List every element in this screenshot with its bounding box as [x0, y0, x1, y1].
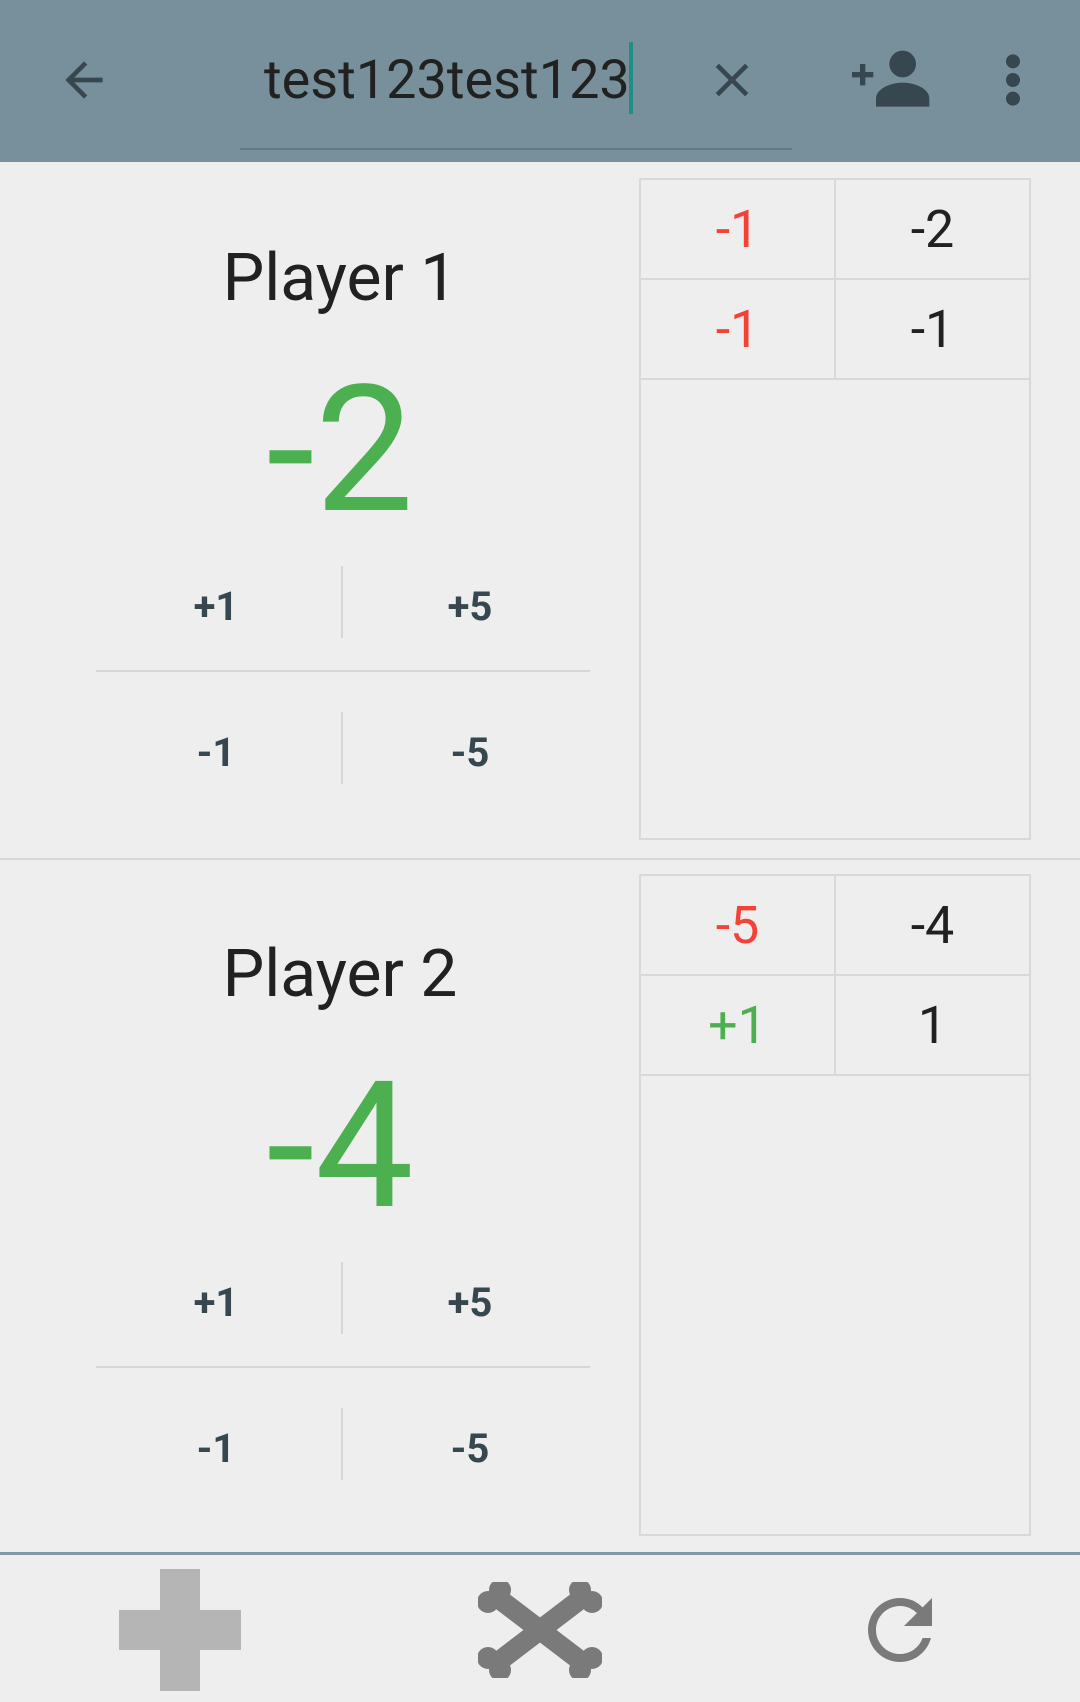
player-panel-1: Player 1 -2 +1 +5 -1 -5 -1 -2 -1 -1	[0, 162, 1080, 858]
history-total: 1	[917, 994, 948, 1056]
close-icon	[715, 63, 749, 97]
divider	[96, 670, 590, 672]
minus-5-button[interactable]: -5	[350, 712, 590, 792]
plus-5-button[interactable]: +5	[350, 566, 590, 646]
plus-5-button[interactable]: +5	[350, 1262, 590, 1342]
overflow-menu-button[interactable]	[990, 38, 1036, 122]
minus-1-button[interactable]: -1	[96, 1408, 336, 1488]
history-row: -1 -2	[641, 180, 1029, 280]
delete-button[interactable]	[470, 1565, 610, 1695]
history-total: -1	[910, 298, 955, 360]
player-panel-2: Player 2 -4 +1 +5 -1 -5 -5 -4 +1 1	[0, 858, 1080, 1554]
history-delta: -5	[641, 876, 836, 974]
divider	[341, 1262, 343, 1334]
person-add-icon	[852, 50, 930, 107]
score-buttons: +1 +5 -1 -5	[96, 1258, 590, 1480]
score-history[interactable]: -1 -2 -1 -1	[639, 178, 1031, 840]
player-name[interactable]: Player 2	[0, 936, 680, 1013]
top-app-bar	[0, 0, 1080, 162]
player-name[interactable]: Player 1	[0, 240, 680, 317]
back-button[interactable]	[40, 38, 128, 122]
more-vert-icon	[1006, 54, 1020, 106]
score-buttons: +1 +5 -1 -5	[96, 562, 590, 784]
text-cursor	[629, 42, 633, 114]
minus-5-button[interactable]: -5	[350, 1408, 590, 1488]
player-score: -2	[266, 347, 414, 553]
crossbones-icon	[478, 1582, 602, 1678]
player-score: -4	[266, 1043, 414, 1249]
divider	[96, 1366, 590, 1368]
add-button[interactable]	[110, 1565, 250, 1695]
history-total: -4	[910, 894, 955, 956]
clear-search-button[interactable]	[692, 38, 772, 122]
divider	[341, 1408, 343, 1480]
minus-1-button[interactable]: -1	[96, 712, 336, 792]
history-delta: -1	[641, 180, 836, 278]
history-row: +1 1	[641, 976, 1029, 1076]
bottom-action-bar	[0, 1552, 1080, 1702]
search-input[interactable]	[240, 40, 664, 120]
reset-button[interactable]	[830, 1565, 970, 1695]
add-player-button[interactable]	[842, 38, 942, 122]
divider	[341, 712, 343, 784]
history-delta: -1	[641, 280, 836, 378]
history-total: -2	[910, 198, 955, 260]
reset-icon	[868, 1598, 932, 1662]
arrow-back-icon	[65, 61, 103, 99]
plus-1-button[interactable]: +1	[96, 566, 336, 646]
history-row: -5 -4	[641, 876, 1029, 976]
score-history[interactable]: -5 -4 +1 1	[639, 874, 1031, 1536]
add-player-icon	[119, 1569, 241, 1691]
plus-1-button[interactable]: +1	[96, 1262, 336, 1342]
divider	[341, 566, 343, 638]
history-delta: +1	[641, 976, 836, 1074]
history-row: -1 -1	[641, 280, 1029, 380]
